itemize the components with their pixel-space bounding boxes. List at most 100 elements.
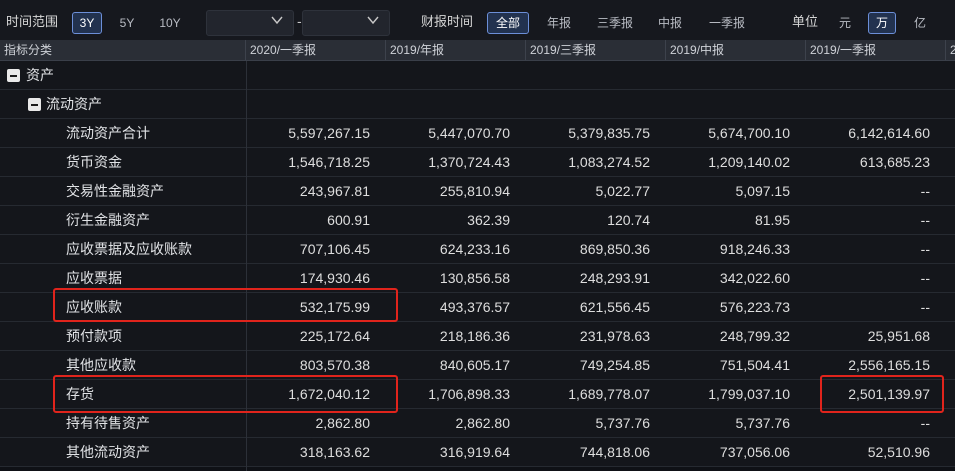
column-header-2019-annual[interactable]: 2019/年报	[386, 40, 526, 60]
row-value-cell: 737,056.06	[719, 444, 790, 460]
row-value-cell: 231,978.63	[579, 328, 650, 344]
table-row[interactable]: 流动资产合计 5,597,267.15 5,447,070.70 5,379,835.…	[0, 119, 955, 148]
row-value-cell: --	[920, 415, 930, 431]
table-row[interactable]: 应收票据 174,930.46 130,856.58 248,293.91 342,02…	[0, 264, 955, 293]
row-label: 存货	[66, 386, 94, 402]
row-label: 其他应收款	[66, 357, 136, 373]
row-label: 衍生金融资产	[66, 212, 150, 228]
report-q3-button[interactable]: 三季报	[590, 12, 640, 34]
row-value-cell: 621,556.45	[579, 299, 650, 315]
table-row[interactable]: 应收票据及应收账款 707,106.45 624,233.16 869,850.36 9…	[0, 235, 955, 264]
row-value-cell: 5,447,070.70	[428, 125, 510, 141]
table-header: 指标分类 2020/一季报 2019/年报 2019/三季报 2019/中报 2…	[0, 40, 955, 61]
collapse-icon[interactable]	[7, 69, 20, 82]
row-value-cell: 225,172.64	[299, 328, 370, 344]
column-header-category[interactable]: 指标分类	[0, 40, 246, 60]
row-label: 持有待售资产	[66, 415, 150, 431]
row-value-cell: --	[920, 183, 930, 199]
report-midyear-button[interactable]: 中报	[650, 12, 690, 34]
table-row[interactable]: 交易性金融资产 243,967.81 255,810.94 5,022.77 5,097…	[0, 177, 955, 206]
row-value-cell: 5,097.15	[735, 183, 791, 199]
row-value-cell: 5,674,700.10	[708, 125, 790, 141]
row-value-cell: --	[920, 241, 930, 257]
column-divider	[246, 61, 247, 471]
report-q1-button[interactable]: 一季报	[702, 12, 752, 34]
row-value-cell: 5,737.76	[735, 415, 791, 431]
row-value-cell: 744,818.06	[579, 444, 650, 460]
group-label-assets: 资产	[26, 67, 54, 83]
row-label: 应收票据	[66, 270, 122, 286]
row-value-cell: 869,850.36	[579, 241, 650, 257]
row-value-cell: --	[920, 270, 930, 286]
group-row-assets[interactable]: 资产	[0, 61, 955, 90]
end-date-select[interactable]	[302, 10, 390, 36]
column-header-2020-q1[interactable]: 2020/一季报	[246, 40, 386, 60]
row-label: 货币资金	[66, 154, 122, 170]
unit-wan-button[interactable]: 万	[868, 12, 896, 34]
row-value-cell: 1,083,274.52	[568, 154, 650, 170]
row-value-cell: 576,223.73	[719, 299, 790, 315]
range-5y-button[interactable]: 5Y	[112, 12, 142, 34]
row-value-cell: 918,246.33	[719, 241, 790, 257]
row-value-cell: 532,175.99	[299, 299, 370, 315]
row-value-cell: 81.95	[754, 212, 790, 228]
chevron-down-icon	[271, 16, 283, 25]
row-value-cell: 174,930.46	[299, 270, 370, 286]
table-row[interactable]: 存货 1,672,040.12 1,706,898.33 1,689,778.07 1,…	[0, 380, 955, 409]
row-value-cell: 1,546,718.25	[288, 154, 370, 170]
table-row[interactable]: 货币资金 1,546,718.25 1,370,724.43 1,083,274.52…	[0, 148, 955, 177]
row-value-cell: 5,022.77	[595, 183, 651, 199]
report-all-button[interactable]: 全部	[487, 12, 529, 34]
row-value-cell: --	[920, 299, 930, 315]
table-row[interactable]: 预付款项 225,172.64 218,186.36 231,978.63 248,79…	[0, 322, 955, 351]
row-value-cell: 316,919.64	[439, 444, 510, 460]
row-value-cell: 1,689,778.07	[568, 386, 650, 402]
row-value-cell: 318,163.62	[299, 444, 370, 460]
group-label-current-assets: 流动资产	[46, 96, 102, 112]
row-label: 预付款项	[66, 328, 122, 344]
row-value-cell: 707,106.45	[299, 241, 370, 257]
row-value-cell: 248,799.32	[719, 328, 790, 344]
range-3y-button[interactable]: 3Y	[72, 12, 102, 34]
column-header-2019-q3[interactable]: 2019/三季报	[526, 40, 666, 60]
row-value-cell: 1,209,140.02	[708, 154, 790, 170]
table-row[interactable]: 其他应收款 803,570.38 840,605.17 749,254.85 751,5…	[0, 351, 955, 380]
report-annual-button[interactable]: 年报	[538, 12, 580, 34]
row-label: 流动资产合计	[66, 125, 150, 141]
row-label: 应收票据及应收账款	[66, 241, 192, 257]
table-row[interactable]: 持有待售资产 2,862.80 2,862.80 5,737.76 5,737.76 --	[0, 409, 955, 438]
row-value-cell: 1,370,724.43	[428, 154, 510, 170]
row-value-cell: 840,605.17	[439, 357, 510, 373]
row-value-cell: 2,862.80	[315, 415, 371, 431]
row-value-cell: 130,856.58	[439, 270, 510, 286]
column-header-2019-midyear[interactable]: 2019/中报	[666, 40, 806, 60]
group-row-current-assets[interactable]: 流动资产	[0, 90, 955, 119]
row-value-cell: 5,597,267.15	[288, 125, 370, 141]
column-header-2019-q1[interactable]: 2019/一季报	[806, 40, 946, 60]
row-label: 交易性金融资产	[66, 183, 164, 199]
row-value-cell: 342,022.60	[719, 270, 790, 286]
row-value-cell: 751,504.41	[719, 357, 790, 373]
row-value-cell: 624,233.16	[439, 241, 510, 257]
unit-yi-button[interactable]: 亿	[906, 12, 934, 34]
row-value-cell: 6,142,614.60	[848, 125, 930, 141]
range-10y-button[interactable]: 10Y	[152, 12, 188, 34]
table-row[interactable]: 衍生金融资产 600.91 362.39 120.74 81.95 --	[0, 206, 955, 235]
unit-label: 单位	[792, 14, 819, 29]
row-value-cell: 255,810.94	[439, 183, 510, 199]
row-value-cell: 803,570.38	[299, 357, 370, 373]
row-value-cell: 362.39	[467, 212, 510, 228]
row-label: 其他流动资产	[66, 444, 150, 460]
collapse-icon[interactable]	[28, 98, 41, 111]
table-row[interactable]: 应收账款 532,175.99 493,376.57 621,556.45 576,22…	[0, 293, 955, 322]
unit-yuan-button[interactable]: 元	[832, 12, 858, 34]
row-value-cell: 5,737.76	[595, 415, 651, 431]
row-value-cell: 120.74	[607, 212, 650, 228]
row-value-cell: 1,672,040.12	[288, 386, 370, 402]
start-date-select[interactable]	[206, 10, 294, 36]
table-row[interactable]: 其他流动资产 318,163.62 316,919.64 744,818.06 737,…	[0, 438, 955, 467]
row-value-cell: 1,706,898.33	[428, 386, 510, 402]
date-separator: -	[297, 13, 302, 29]
row-value-cell: 25,951.68	[867, 328, 930, 344]
toolbar: 时间范围 3Y 5Y 10Y - 财报时间 全部 年报 三季报 中报 一季报 单…	[0, 0, 955, 44]
